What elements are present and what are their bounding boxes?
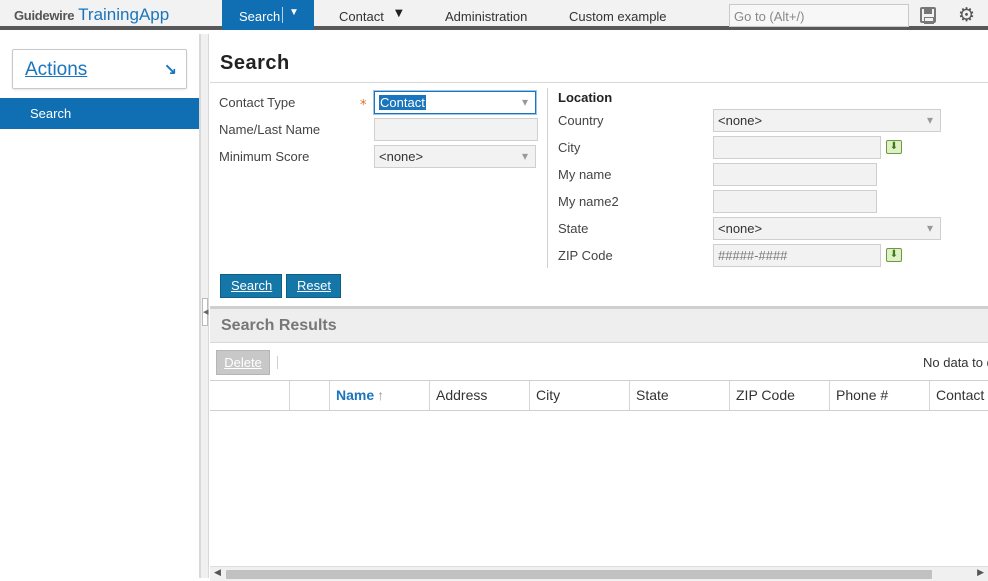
scroll-left-icon[interactable]: ◀ [214,568,221,578]
city-input[interactable] [713,136,881,159]
title-divider [210,82,988,83]
save-icon[interactable] [920,7,936,24]
nav-contact-tab[interactable]: Contact [339,9,384,24]
column-divider [547,88,548,268]
horizontal-scrollbar[interactable]: ◀ ▶ [210,566,988,581]
search-results-title: Search Results [221,317,337,334]
goto-input[interactable]: Go to (Alt+/) [729,4,909,27]
brand-name: Guidewire [14,8,75,23]
delete-button[interactable]: Delete [216,350,270,375]
required-indicator: * [360,98,367,113]
arrow-down-right-icon: ↘ [163,60,177,79]
column-header-zip-code[interactable]: ZIP Code [730,381,830,410]
contact-type-label: Contact Type [219,95,296,110]
no-data-message: No data to d [923,355,988,370]
search-results-panel: Search Results Delete No data to d Name ↑… [210,306,988,581]
main-content: Search Contact Type * Contact Name/Last … [210,34,988,581]
scroll-right-icon[interactable]: ▶ [977,568,984,578]
top-navigation-bar: Guidewire TrainingApp Search ▼ Contact ▼ … [0,0,988,30]
column-header-name[interactable]: Name ↑ [330,381,430,410]
search-results-header: Search Results [210,309,988,343]
chevron-down-icon[interactable]: ▼ [289,7,299,18]
sidebar-splitter[interactable]: ◀ [200,34,209,578]
reset-button[interactable]: Reset [286,274,341,298]
city-label: City [558,140,581,155]
nav-search-tab[interactable]: Search ▼ [222,0,314,30]
app-logo[interactable]: Guidewire TrainingApp [14,5,169,25]
gear-icon[interactable]: ⚙ [958,5,975,25]
minimum-score-label: Minimum Score [219,149,310,164]
page-title: Search [220,52,290,74]
download-arrow-icon[interactable]: ⬇ [886,248,902,262]
chevron-down-icon[interactable]: ▼ [395,8,403,19]
nav-administration-tab[interactable]: Administration [445,9,527,24]
column-header-phone[interactable]: Phone # [830,381,930,410]
column-header-checkbox[interactable] [210,381,290,410]
name-last-name-input[interactable] [374,118,538,141]
state-select[interactable]: <none> [713,217,941,240]
column-header-state[interactable]: State [630,381,730,410]
country-select[interactable]: <none> [713,109,941,132]
contact-type-selected-value: Contact [379,95,426,110]
zip-code-label: ZIP Code [558,248,613,263]
download-arrow-icon[interactable]: ⬇ [886,140,902,154]
sidebar-item-label: Search [30,106,72,121]
search-button[interactable]: Search [220,274,282,298]
nav-search-separator [282,7,283,23]
actions-label: Actions [25,59,88,80]
my-name2-label: My name2 [558,194,619,209]
column-header-address[interactable]: Address [430,381,530,410]
actions-button[interactable]: Actions ↘ [12,49,187,89]
column-header-blank[interactable] [290,381,330,410]
column-header-city[interactable]: City [530,381,630,410]
app-name: TrainingApp [78,5,170,24]
collapse-sidebar-handle[interactable]: ◀ [202,298,208,326]
column-header-name-label: Name [336,387,375,403]
location-heading: Location [558,90,613,105]
nav-custom-example-tab[interactable]: Custom example [569,9,667,24]
my-name-input[interactable] [713,163,877,186]
name-last-name-label: Name/Last Name [219,122,321,137]
minimum-score-select[interactable]: <none> [374,145,536,168]
sidebar-item-search[interactable]: Search [0,98,199,129]
sidebar: Actions ↘ Search [0,34,200,578]
my-name2-input[interactable] [713,190,877,213]
nav-search-label: Search [239,9,281,24]
zip-code-input[interactable]: #####-#### [713,244,881,267]
sort-up-icon: ↑ [377,387,385,403]
country-label: Country [558,113,604,128]
column-header-contact-type[interactable]: Contact T [930,381,988,410]
contact-type-select[interactable]: Contact [374,91,536,114]
my-name-label: My name [558,167,612,182]
toolbar-separator [277,356,278,369]
state-label: State [558,221,589,236]
results-table-header: Name ↑ Address City State ZIP Code Phone … [210,380,988,411]
